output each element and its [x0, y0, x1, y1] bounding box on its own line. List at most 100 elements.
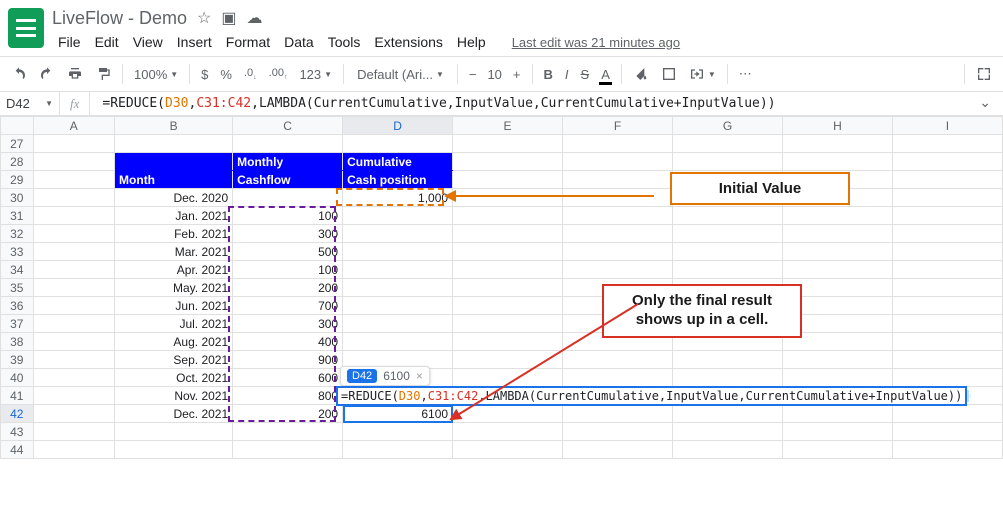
last-edit-link[interactable]: Last edit was 21 minutes ago — [506, 33, 686, 52]
cell-H42[interactable] — [782, 405, 892, 423]
cell-B30[interactable]: Dec. 2020 — [115, 189, 233, 207]
cell-F31[interactable] — [563, 207, 673, 225]
font-select[interactable]: Default (Ari...▼ — [350, 64, 451, 85]
cell-D39[interactable] — [343, 351, 453, 369]
paint-format-button[interactable] — [90, 62, 116, 86]
cell-E34[interactable] — [453, 261, 563, 279]
cell-G40[interactable] — [673, 369, 783, 387]
cell-G42[interactable] — [673, 405, 783, 423]
cell-I28[interactable] — [892, 153, 1002, 171]
cell-F43[interactable] — [563, 423, 673, 441]
cell-H41[interactable] — [782, 387, 892, 405]
borders-button[interactable] — [656, 62, 682, 86]
cell-A34[interactable] — [33, 261, 114, 279]
cell-A28[interactable] — [33, 153, 114, 171]
cell-B38[interactable]: Aug. 2021 — [115, 333, 233, 351]
cell-C35[interactable]: 200 — [233, 279, 343, 297]
formula-input[interactable]: =REDUCE(D30,C31:C42,LAMBDA(CurrentCumula… — [90, 96, 775, 111]
cell-A44[interactable] — [33, 441, 114, 459]
cell-G37[interactable] — [673, 315, 783, 333]
cell-I36[interactable] — [892, 297, 1002, 315]
row-header[interactable]: 29 — [1, 171, 34, 189]
row-header[interactable]: 42 — [1, 405, 34, 423]
cell-E37[interactable] — [453, 315, 563, 333]
cell-E29[interactable] — [453, 171, 563, 189]
cell-E30[interactable] — [453, 189, 563, 207]
cell-A36[interactable] — [33, 297, 114, 315]
cell-C36[interactable]: 700 — [233, 297, 343, 315]
cell-D33[interactable] — [343, 243, 453, 261]
cell-D38[interactable] — [343, 333, 453, 351]
row-header[interactable]: 36 — [1, 297, 34, 315]
cell-C41[interactable]: 800 — [233, 387, 343, 405]
cell-G41[interactable] — [673, 387, 783, 405]
menu-view[interactable]: View — [127, 32, 169, 52]
cell-I40[interactable] — [892, 369, 1002, 387]
cell-G33[interactable] — [673, 243, 783, 261]
cell-E33[interactable] — [453, 243, 563, 261]
cell-E27[interactable] — [453, 135, 563, 153]
row-header[interactable]: 44 — [1, 441, 34, 459]
cell-B37[interactable]: Jul. 2021 — [115, 315, 233, 333]
cell-F37[interactable] — [563, 315, 673, 333]
cell-D44[interactable] — [343, 441, 453, 459]
cell-G30[interactable] — [673, 189, 783, 207]
cell-E42[interactable] — [453, 405, 563, 423]
cell-I42[interactable] — [892, 405, 1002, 423]
cell-C38[interactable]: 400 — [233, 333, 343, 351]
col-G[interactable]: G — [673, 117, 783, 135]
row-header[interactable]: 41 — [1, 387, 34, 405]
row-header[interactable]: 38 — [1, 333, 34, 351]
row-header[interactable]: 31 — [1, 207, 34, 225]
cell-B29[interactable]: Month — [115, 171, 233, 189]
cell-H30[interactable] — [782, 189, 892, 207]
cell-C32[interactable]: 300 — [233, 225, 343, 243]
col-C[interactable]: C — [233, 117, 343, 135]
cell-E43[interactable] — [453, 423, 563, 441]
cell-G32[interactable] — [673, 225, 783, 243]
cell-E31[interactable] — [453, 207, 563, 225]
cell-F39[interactable] — [563, 351, 673, 369]
cell-G39[interactable] — [673, 351, 783, 369]
cell-G38[interactable] — [673, 333, 783, 351]
row-header[interactable]: 43 — [1, 423, 34, 441]
cell-F32[interactable] — [563, 225, 673, 243]
cell-C42[interactable]: 200 — [233, 405, 343, 423]
cell-I31[interactable] — [892, 207, 1002, 225]
cell-C37[interactable]: 300 — [233, 315, 343, 333]
cell-H33[interactable] — [782, 243, 892, 261]
cell-F44[interactable] — [563, 441, 673, 459]
cell-D42[interactable]: 6100 — [343, 405, 453, 423]
menu-insert[interactable]: Insert — [171, 32, 218, 52]
cell-C28[interactable]: Monthly — [233, 153, 343, 171]
cell-C40[interactable]: 600 — [233, 369, 343, 387]
cell-D27[interactable] — [343, 135, 453, 153]
cell-A35[interactable] — [33, 279, 114, 297]
font-size-input[interactable]: 10 — [483, 65, 505, 84]
row-header[interactable]: 33 — [1, 243, 34, 261]
move-icon[interactable]: ▣ — [221, 8, 236, 28]
col-B[interactable]: B — [115, 117, 233, 135]
cell-G44[interactable] — [673, 441, 783, 459]
cell-C33[interactable]: 500 — [233, 243, 343, 261]
merge-button[interactable]: ▼ — [684, 62, 721, 86]
cell-H38[interactable] — [782, 333, 892, 351]
cell-B36[interactable]: Jun. 2021 — [115, 297, 233, 315]
menu-data[interactable]: Data — [278, 32, 320, 52]
cell-B39[interactable]: Sep. 2021 — [115, 351, 233, 369]
col-A[interactable]: A — [33, 117, 114, 135]
cell-C27[interactable] — [233, 135, 343, 153]
cell-G31[interactable] — [673, 207, 783, 225]
text-color-button[interactable]: A — [596, 63, 615, 86]
cell-G35[interactable] — [673, 279, 783, 297]
menu-file[interactable]: File — [52, 32, 87, 52]
undo-button[interactable] — [6, 62, 32, 86]
cell-G27[interactable] — [673, 135, 783, 153]
italic-button[interactable]: I — [560, 63, 574, 86]
row-header[interactable]: 32 — [1, 225, 34, 243]
expand-formula-bar-icon[interactable]: ⌄ — [979, 94, 991, 111]
cell-I32[interactable] — [892, 225, 1002, 243]
cell-I34[interactable] — [892, 261, 1002, 279]
row-header[interactable]: 28 — [1, 153, 34, 171]
col-H[interactable]: H — [782, 117, 892, 135]
